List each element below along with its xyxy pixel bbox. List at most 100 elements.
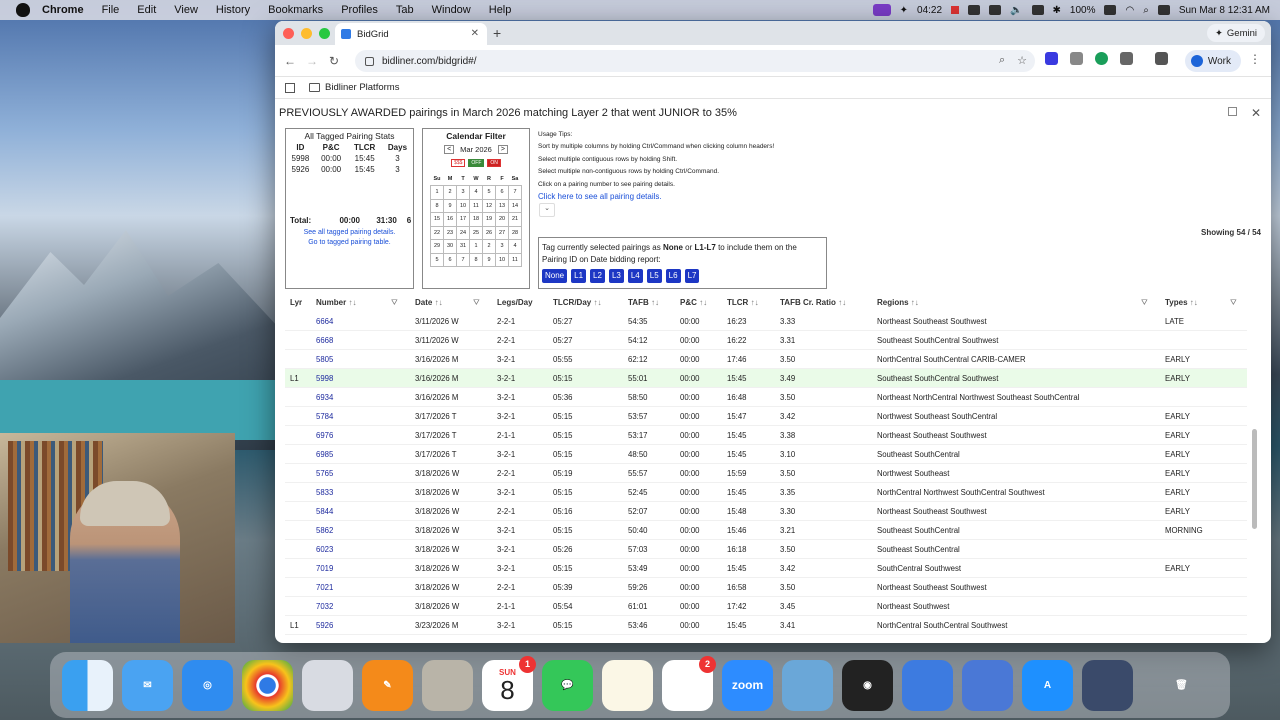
table-scrollbar[interactable] [1252,429,1257,529]
calendar-day[interactable]: 11 [469,198,483,213]
calendar-day[interactable]: 7 [508,185,522,200]
calendar-day[interactable]: 22 [430,225,444,240]
col-date[interactable]: Date ↑↓ [415,298,443,307]
off-toggle[interactable]: OFF [468,159,485,167]
gemini-button[interactable]: ✦ Gemini [1206,24,1265,42]
pairing-number-link[interactable]: 5784 [316,412,333,421]
site-info-icon[interactable] [365,56,374,66]
menu-help[interactable]: Help [489,4,512,16]
pairing-number-link[interactable]: 6934 [316,393,333,402]
extensions-puzzle-icon[interactable] [1120,52,1133,65]
volume-icon[interactable]: 🔈 [1010,5,1022,16]
close-panel-icon[interactable]: ✕ [1251,106,1261,120]
calendar-day[interactable]: 31 [456,239,470,254]
safari-icon[interactable]: ◎ [182,659,233,711]
wifi-icon[interactable]: ◠ [1125,5,1134,16]
table-row[interactable]: 6668 3/11/2026 W 2-2-1 05:27 54:12 00:00 16:22… [285,331,1247,350]
tag-l5-button[interactable]: L5 [646,269,662,283]
extension-icon-2[interactable] [1070,52,1083,65]
calendar-day[interactable]: 10 [495,252,509,267]
tag-l3-button[interactable]: L3 [608,269,624,283]
tag-l4-button[interactable]: L4 [627,269,643,283]
go-tagged-table-link[interactable]: Go to tagged pairing table. [286,239,413,246]
menu-tab[interactable]: Tab [396,4,414,16]
pairing-number-link[interactable]: 7032 [316,602,333,611]
calendar-day[interactable]: 23 [443,225,457,240]
table-row[interactable]: 5862 3/18/2026 W 3-2-1 05:15 50:40 00:00 15:46… [285,521,1247,540]
filter-icon[interactable]: ⛛ [1230,298,1237,308]
calendar-day[interactable]: 28 [508,225,522,240]
utility-app-icon[interactable] [1082,659,1133,711]
calendar-day[interactable]: 9 [443,198,457,213]
close-window-button[interactable] [283,28,294,39]
tag-l2-button[interactable]: L2 [590,269,605,283]
menu-file[interactable]: File [102,4,120,16]
col-tlcr-day[interactable]: TLCR/Day ↑↓ [553,298,601,307]
zoom-icon[interactable]: ⌕ [999,54,1005,67]
calendar-day[interactable]: 20 [495,212,509,227]
chevron-down-icon[interactable]: ⌄ [539,203,555,217]
filter-icon[interactable]: ⛛ [391,298,398,308]
calendar-day[interactable]: 25 [469,225,483,240]
extension-icon-3[interactable] [1095,52,1108,65]
tab-search-icon[interactable] [1155,52,1168,65]
tag-l6-button[interactable]: L6 [665,269,681,283]
close-tab-icon[interactable]: ✕ [471,28,479,39]
filter-icon[interactable]: ⛛ [473,298,480,308]
all-pairing-details-link[interactable]: Click here to see all pairing details. [538,191,774,203]
address-bar[interactable]: bidliner.com/bidgrid#/ ⌕ ☆ [355,50,1035,72]
calendar-day[interactable]: 11 [508,252,522,267]
col-regions[interactable]: Regions ↑↓ [877,298,919,307]
camera-app-icon[interactable] [902,659,953,711]
screen-record-icon[interactable] [872,4,891,16]
apple-icon[interactable] [16,3,30,17]
forward-icon[interactable]: → [301,54,323,68]
extension-icon-1[interactable] [1045,52,1058,65]
col-tafb[interactable]: TAFB ↑↓ [628,298,659,307]
calendar-day[interactable]: 6 [443,252,457,267]
calendar-day[interactable]: 30 [443,239,457,254]
calendar-day[interactable]: 16 [443,212,457,227]
table-row[interactable]: 6934 3/16/2026 M 3-2-1 05:36 58:50 00:00 16:48… [285,388,1247,407]
pairing-number-link[interactable]: 5862 [316,526,333,535]
finder-icon[interactable] [62,659,113,711]
reload-icon[interactable]: ↻ [323,54,345,68]
iphone-mirror-icon[interactable] [962,659,1013,711]
next-month-button[interactable]: > [497,145,508,154]
calendar-icon[interactable]: SUN 8 1 [482,655,536,711]
obs-icon[interactable]: ◉ [842,659,893,711]
battery-icon[interactable] [1104,5,1117,15]
menu-kebab-icon[interactable]: ⋮ [1249,52,1261,66]
bookmark-star-icon[interactable]: ☆ [1017,54,1027,67]
col-tafb-ratio[interactable]: TAFB Cr. Ratio ↑↓ [780,298,846,307]
calendar-day[interactable]: 8 [469,252,483,267]
col-types[interactable]: Types ↑↓ [1165,298,1198,307]
reminders-icon[interactable]: 2 [662,655,716,711]
sparkle-icon[interactable]: ✦ [900,5,908,16]
table-row[interactable]: L1 5926 3/23/2026 M 3-2-1 05:15 53:46 00:00 15:… [285,616,1247,635]
table-row[interactable]: 6664 3/11/2026 W 2-2-1 05:27 54:35 00:00 16:23… [285,312,1247,331]
calendar-day[interactable]: 18 [469,212,483,227]
calendar-day[interactable]: 29 [430,239,444,254]
pairing-number-link[interactable]: 5998 [316,374,333,383]
table-row[interactable]: 6023 3/18/2026 W 3-2-1 05:26 57:03 00:00 16:18… [285,540,1247,559]
zoom-window-button[interactable] [319,28,330,39]
pairing-number-link[interactable]: 7021 [316,583,333,592]
menu-history[interactable]: History [216,4,250,16]
minimize-window-button[interactable] [301,28,312,39]
contacts-icon[interactable] [422,659,473,711]
col-pc[interactable]: P&C ↑↓ [680,298,707,307]
menu-bookmarks[interactable]: Bookmarks [268,4,323,16]
calendar-day[interactable]: 26 [482,225,496,240]
tag-l1-button[interactable]: L1 [571,269,587,283]
chrome-icon[interactable] [242,659,293,711]
on-toggle[interactable]: ON [487,159,501,167]
control-center-icon[interactable] [1157,5,1170,15]
dollar-toggle[interactable]: $$$ [451,159,466,167]
col-lyr[interactable]: Lyr [290,298,302,307]
calendar-day[interactable]: 19 [482,212,496,227]
pairing-number-link[interactable]: 6668 [316,336,333,345]
prev-month-button[interactable]: < [444,145,455,154]
table-row[interactable]: 6976 3/17/2026 T 2-1-1 05:15 53:17 00:00 15:45… [285,426,1247,445]
calendar-day[interactable]: 1 [430,185,444,200]
